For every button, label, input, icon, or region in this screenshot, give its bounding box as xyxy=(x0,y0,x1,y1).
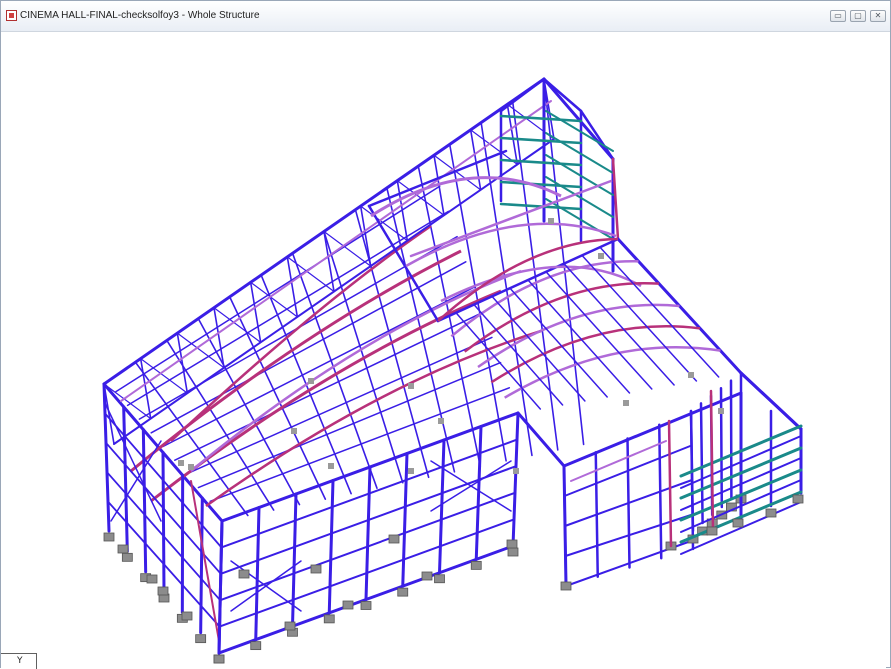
support-node xyxy=(422,572,432,580)
support-node xyxy=(214,655,224,663)
structure-window: CINEMA HALL-FINAL-checksolfoy3 - Whole S… xyxy=(0,0,891,668)
structural-member xyxy=(114,139,554,444)
support-node xyxy=(158,587,168,595)
structural-member xyxy=(397,181,407,241)
node-marker xyxy=(513,468,519,474)
structural-member xyxy=(582,255,696,381)
structural-member xyxy=(471,130,481,190)
support-node xyxy=(285,622,295,630)
node-marker xyxy=(623,400,629,406)
node-marker xyxy=(408,383,414,389)
structural-member xyxy=(198,363,500,488)
structural-member xyxy=(251,282,298,317)
support-node xyxy=(311,565,321,573)
node-marker xyxy=(408,468,414,474)
support-node xyxy=(435,575,445,583)
structural-member xyxy=(163,453,164,593)
structural-member xyxy=(507,104,517,164)
node-marker xyxy=(328,463,334,469)
structural-member xyxy=(187,337,492,474)
structural-member xyxy=(669,421,671,546)
support-node xyxy=(398,588,408,596)
structural-member xyxy=(104,384,151,419)
support-node xyxy=(766,509,776,517)
structural-member xyxy=(287,257,334,292)
structural-member xyxy=(721,388,722,507)
structural-member xyxy=(219,521,222,653)
structural-member xyxy=(546,199,613,239)
structural-member xyxy=(366,467,370,600)
support-node xyxy=(104,533,114,541)
structural-member xyxy=(324,232,371,267)
structural-member xyxy=(191,481,219,641)
structural-member xyxy=(701,403,703,523)
support-node xyxy=(561,582,571,590)
structural-member xyxy=(214,308,224,368)
structural-member xyxy=(143,430,145,572)
node-marker xyxy=(188,464,194,470)
structural-member xyxy=(256,508,259,640)
structural-member xyxy=(544,79,581,111)
roof-truss xyxy=(441,267,641,301)
structural-member xyxy=(501,116,581,121)
axis-label: Y xyxy=(17,656,23,666)
structural-member xyxy=(546,272,652,389)
node-marker xyxy=(598,253,604,259)
support-node xyxy=(343,601,353,609)
structural-member xyxy=(501,160,581,165)
structural-member xyxy=(513,413,518,546)
structural-member xyxy=(510,288,607,397)
structure-model[interactable] xyxy=(1,1,891,669)
structural-member xyxy=(501,79,544,111)
support-node xyxy=(507,540,517,548)
support-node xyxy=(122,553,132,561)
node-marker xyxy=(718,408,724,414)
support-node xyxy=(324,615,334,623)
node-marker xyxy=(291,428,297,434)
node-marker xyxy=(438,418,444,424)
support-node xyxy=(733,519,743,527)
structural-member xyxy=(600,247,719,377)
support-node xyxy=(389,535,399,543)
support-node xyxy=(182,612,192,620)
support-node xyxy=(118,545,128,553)
structural-member xyxy=(546,111,613,151)
structural-member xyxy=(546,133,613,173)
support-node xyxy=(707,527,717,535)
structural-member xyxy=(121,101,551,401)
structure-viewport[interactable] xyxy=(7,32,886,668)
support-node xyxy=(239,570,249,578)
support-node xyxy=(147,575,157,583)
axis-indicator: Y xyxy=(1,653,37,669)
structural-member xyxy=(124,407,128,551)
support-node xyxy=(471,561,481,569)
node-marker xyxy=(308,378,314,384)
structural-member xyxy=(564,393,741,466)
structural-member xyxy=(201,498,203,633)
structural-member xyxy=(440,440,445,573)
support-node xyxy=(251,642,261,650)
structural-member xyxy=(251,282,261,342)
structural-member xyxy=(471,130,518,165)
support-node xyxy=(361,602,371,610)
structural-member xyxy=(177,333,187,393)
structural-member xyxy=(403,454,407,587)
structural-member xyxy=(329,481,333,613)
structural-member xyxy=(111,441,161,521)
structural-member xyxy=(324,232,334,292)
roof-truss xyxy=(151,291,501,501)
support-node xyxy=(508,548,518,556)
structural-member xyxy=(141,359,188,394)
structural-member xyxy=(141,359,151,419)
support-node xyxy=(196,635,206,643)
node-marker xyxy=(178,460,184,466)
node-marker xyxy=(548,218,554,224)
roof-truss xyxy=(191,271,521,471)
support-node xyxy=(793,495,803,503)
node-marker xyxy=(688,372,694,378)
